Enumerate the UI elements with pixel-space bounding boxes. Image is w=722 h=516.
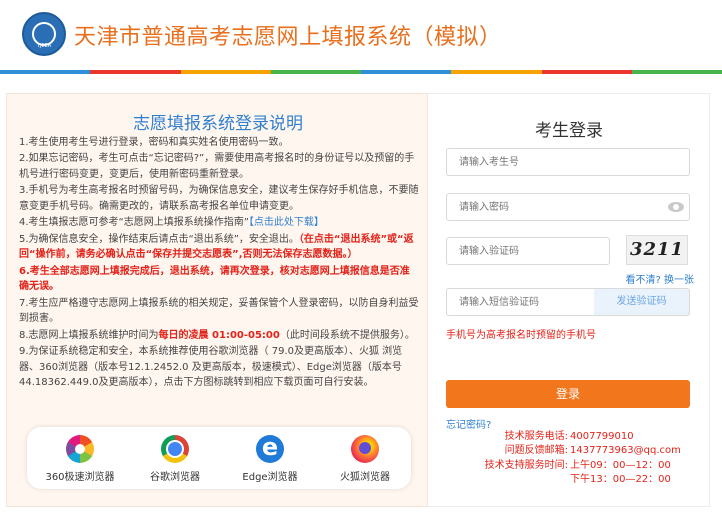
chrome-icon[interactable] [161,435,189,463]
instruction-item: 1.考生使用考生号进行登录，密码和真实姓名使用密码一致。 [19,135,419,151]
refresh-captcha-link[interactable]: 看不清? 换一张 [618,271,695,286]
student-id-input[interactable] [446,148,690,176]
support-value: 1437773963@qq.com [570,445,681,457]
firefox-icon[interactable] [351,435,379,463]
support-label [446,473,568,487]
support-row: 问题反馈邮箱: 1437773963@qq.com [446,444,690,458]
captcha-image[interactable]: 3211 [626,235,688,265]
instruction-item: 8.志愿网上填报系统维护时间为每日的凌晨 01:00-05:00（此时间段系统不… [19,328,419,344]
login-panel: 考生登录 3211 看不清? 换一张 发送验证码 手机号为高考报名时预留的手机号… [428,93,710,507]
support-label: 技术支持服务时间: [484,459,568,471]
instruction-text: 3.手机号为考生高考报名时预留号码，为确保信息安全，建议考生保存好手机信息，不要… [19,185,419,212]
login-button[interactable]: 登录 [446,380,690,408]
support-label: 技术服务电话: [504,431,568,442]
show-password-icon[interactable] [668,202,684,212]
instructions-title: 志愿填报系统登录说明 [133,114,303,134]
instruction-item: 2.如果忘记密码，考生可点击“忘记密码?”，需要使用高考报名时的身份证号以及预留… [19,151,419,182]
browser-download-link[interactable]: 谷歌浏览器 [130,435,220,483]
support-row: 技术支持服务时间: 上午09：00—12：00 [446,459,690,473]
instruction-text: 每日的凌晨 01:00-05:00 [158,329,280,341]
360-browser-icon[interactable] [66,435,94,463]
stripe-segment [270,70,361,74]
support-row: 下午13：00—22：00 [446,473,690,487]
support-info: 技术服务电话: 4007799010 问题反馈邮箱: 1437773963@qq.co… [446,430,690,488]
support-value: 4007799010 [570,431,634,442]
instruction-text: 2.如果忘记密码，考生可点击“忘记密码?”，需要使用高考报名时的身份证号以及预留… [19,153,415,180]
instructions-list: 1.考生使用考生号进行登录，密码和真实姓名使用密码一致。 2.如果忘记密码，考生可… [19,135,419,392]
support-value: 下午13：00—22：00 [570,474,671,486]
logo-icon: TJEEA [22,12,66,56]
instruction-item: 5.为确保信息安全，操作结束后请点击“退出系统”，安全退出。（在点击“退出系统”… [19,232,419,263]
password-input[interactable] [446,193,690,221]
browser-download-link[interactable]: 火狐浏览器 [320,435,410,483]
instruction-item: 6.考生全部志愿网上填报完成后，退出系统，请再次登录，核对志愿网上填报信息是否准… [19,264,419,295]
guide-download-link[interactable]: 【点击此处下载】 [249,217,324,228]
browser-download-link[interactable]: 360极速浏览器 [35,435,125,483]
instruction-item: 9.为保证系统稳定和安全，本系统推荐使用谷歌浏览器（ 79.0及更高版本）、火狐… [19,344,419,391]
instruction-text: 7.考生应严格遵守志愿网上填报系统的相关规定，妥善保管个人登录密码，以防自身利益… [19,297,419,325]
support-label: 问题反馈邮箱: [504,445,568,457]
stripe-segment [180,70,271,74]
sms-code-input[interactable] [446,288,596,316]
forgot-password-link[interactable]: 忘记密码? [446,416,491,431]
instruction-text: 5.为确保信息安全，操作结束后请点击“退出系统”，安全退出。 [19,233,299,245]
instruction-text: 1.考生使用考生号进行登录，密码和真实姓名使用密码一致。 [19,137,289,148]
send-sms-code-button[interactable]: 发送验证码 [594,288,690,316]
phone-hint: 手机号为高考报名时预留的手机号 [446,330,596,341]
instructions-panel: 志愿填报系统登录说明 1.考生使用考生号进行登录，密码和真实姓名使用密码一致。 2… [6,93,428,507]
instruction-text: 4.考生填报志愿可参考“志愿网上填报系统操作指南” [19,217,249,229]
browser-label[interactable]: 谷歌浏览器 [130,468,220,483]
stripe-segment [541,70,632,74]
stripe-segment [361,70,452,74]
instruction-text: 8.志愿网上填报系统维护时间为 [19,329,159,341]
stripe-segment [90,70,181,74]
stripe-segment [451,70,542,74]
browser-label[interactable]: Edge浏览器 [225,468,315,483]
edge-icon[interactable] [256,435,284,463]
instruction-text: 6.考生全部志愿网上填报完成后，退出系统，请再次登录，核对志愿网上填报信息是否准… [19,265,410,293]
support-row: 技术服务电话: 4007799010 [446,430,690,444]
header: TJEEA 天津市普通高考志愿网上填报系统（模拟） [0,0,722,70]
browser-list: 360极速浏览器谷歌浏览器 Edge浏览器火狐浏览器 [27,427,411,489]
stripe-segment [0,70,91,74]
browser-label[interactable]: 火狐浏览器 [320,468,410,483]
instruction-item: 3.手机号为考生高考报名时预留号码，为确保信息安全，建议考生保存好手机信息，不要… [19,183,419,214]
instruction-item: 4.考生填报志愿可参考“志愿网上填报系统操作指南”【点击此处下载】 [19,215,419,231]
login-title: 考生登录 [535,121,603,141]
instruction-text: （此时间段系统不提供服务）。 [279,329,415,341]
stripe-segment [631,70,722,74]
browser-download-link[interactable]: Edge浏览器 [225,435,315,483]
logo-text: TJEEA [36,43,52,49]
instruction-item: 7.考生应严格遵守志愿网上填报系统的相关规定，妥善保管个人登录密码，以防自身利益… [19,296,419,327]
color-stripe [0,70,722,74]
site-title: 天津市普通高考志愿网上填报系统（模拟） [74,25,502,50]
support-value: 上午09：00—12：00 [570,459,671,471]
browser-label[interactable]: 360极速浏览器 [35,468,125,483]
instruction-text: 9.为保证系统稳定和安全，本系统推荐使用谷歌浏览器（ 79.0及更高版本）、火狐… [19,346,403,389]
captcha-input[interactable] [446,237,610,265]
